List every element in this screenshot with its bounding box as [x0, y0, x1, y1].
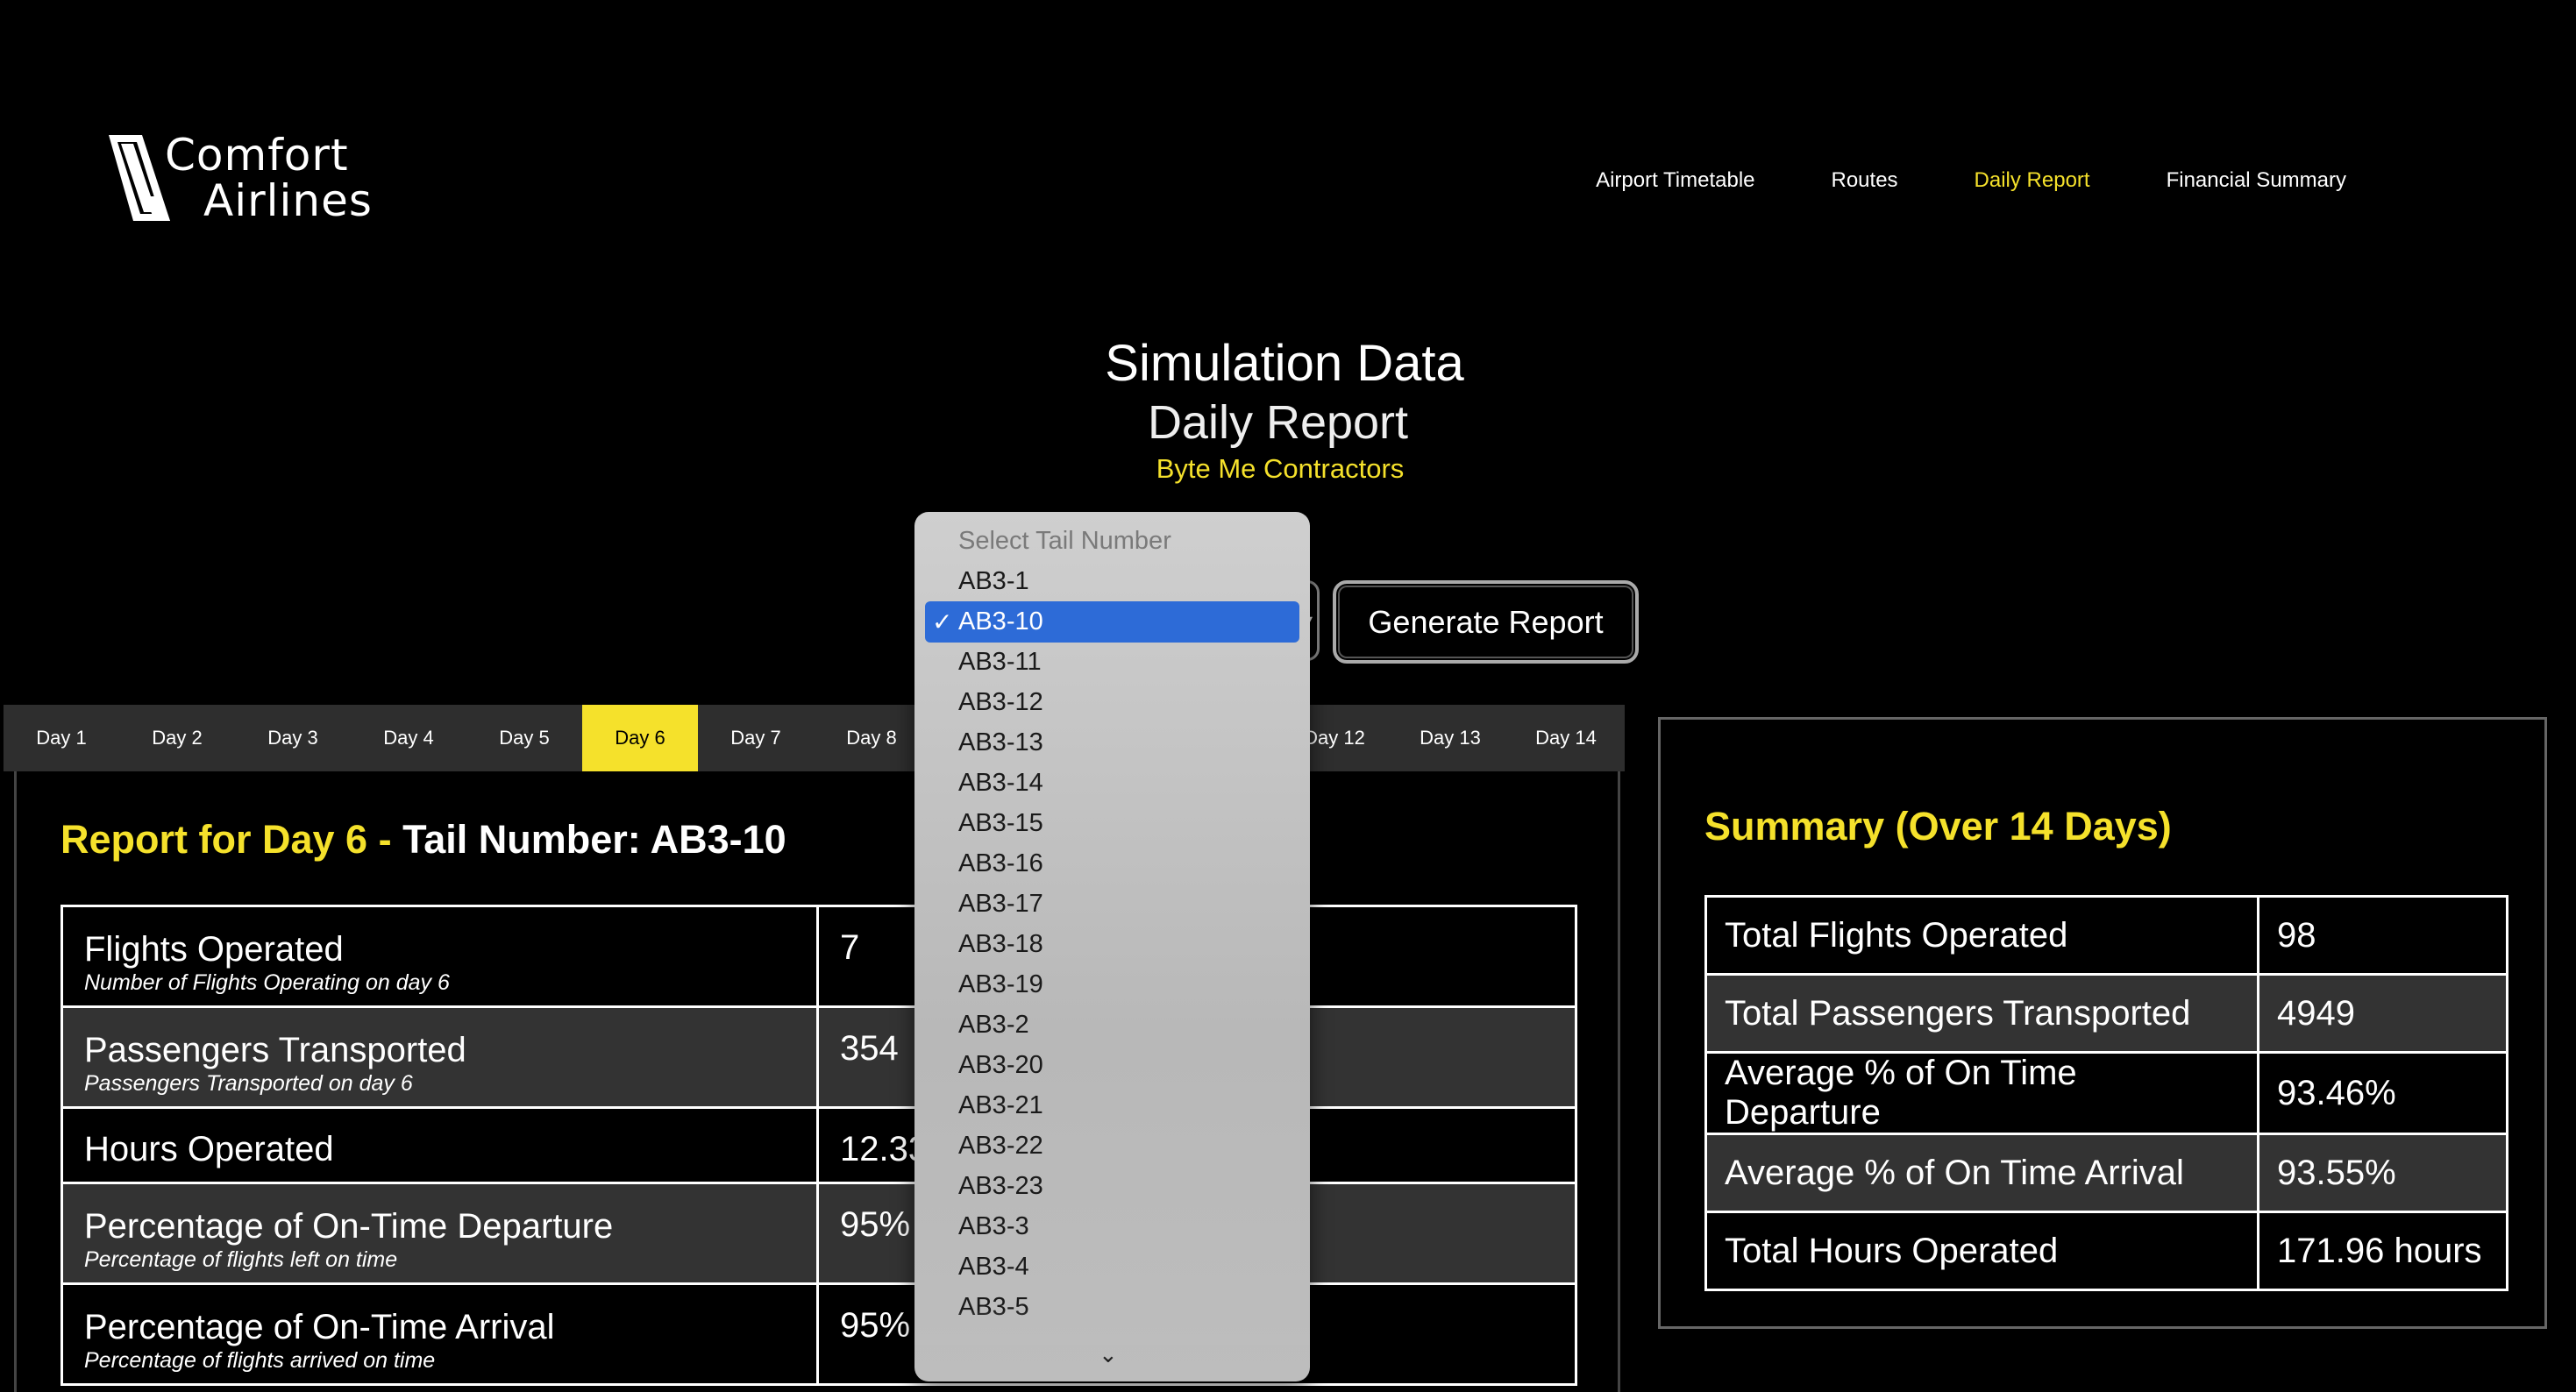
row-sublabel: Percentage of flights left on time — [84, 1247, 398, 1272]
report-title: Report for Day 6 - Tail Number: AB3-10 — [60, 817, 786, 863]
table-row: Average % of On Time Departure 93.46% — [1704, 1051, 2508, 1135]
table-row: Average % of On Time Arrival 93.55% — [1704, 1133, 2508, 1213]
day-tabs: Day 1 Day 2 Day 3 Day 4 Day 5 Day 6 Day 7 Day 8… — [4, 705, 1625, 771]
dropdown-option[interactable]: AB3-3 — [958, 1206, 1029, 1246]
summary-value: 93.55% — [2257, 1133, 2508, 1213]
row-sublabel: Number of Flights Operating on day 6 — [84, 970, 450, 995]
summary-label: Average % of On Time Arrival — [1704, 1133, 2259, 1213]
table-row: Percentage of On-Time Arrival Percentage… — [60, 1282, 1577, 1386]
row-label: Passengers Transported — [84, 1031, 466, 1069]
dropdown-option[interactable]: AB3-15 — [958, 803, 1043, 843]
summary-label: Total Passengers Transported — [1704, 973, 2259, 1054]
tab-day-3[interactable]: Day 3 — [235, 705, 351, 771]
daily-report-panel: Report for Day 6 - Tail Number: AB3-10 F… — [14, 771, 1620, 1392]
dropdown-option[interactable]: AB3-22 — [958, 1126, 1043, 1166]
dropdown-option[interactable]: AB3-10 — [958, 601, 1043, 642]
dropdown-option[interactable]: AB3-19 — [958, 964, 1043, 1005]
dropdown-option[interactable]: AB3-20 — [958, 1045, 1043, 1085]
dropdown-option[interactable]: AB3-12 — [958, 682, 1043, 722]
page-subtitle: Daily Report — [1147, 396, 1409, 449]
tab-day-5[interactable]: Day 5 — [466, 705, 582, 771]
dropdown-placeholder: Select Tail Number — [958, 527, 1171, 555]
main-nav: Airport Timetable Routes Daily Report Fi… — [1519, 168, 2346, 193]
tab-day-2[interactable]: Day 2 — [119, 705, 235, 771]
table-row: Hours Operated 12.33 — [60, 1106, 1577, 1184]
table-row: Flights Operated Number of Flights Opera… — [60, 905, 1577, 1008]
brand-logo[interactable]: Comfort Airlines — [107, 130, 373, 228]
tab-day-1[interactable]: Day 1 — [4, 705, 119, 771]
dropdown-option[interactable]: AB3-17 — [958, 884, 1043, 924]
nav-routes[interactable]: Routes — [1832, 168, 1898, 193]
brand-line2: Airlines — [203, 175, 373, 226]
summary-value: 4949 — [2257, 973, 2508, 1054]
table-row: Percentage of On-Time Departure Percenta… — [60, 1182, 1577, 1285]
summary-value: 98 — [2257, 895, 2508, 976]
tab-day-7[interactable]: Day 7 — [698, 705, 814, 771]
summary-value: 171.96 hours — [2257, 1211, 2508, 1291]
nav-financial-summary[interactable]: Financial Summary — [2167, 168, 2346, 193]
table-row: Passengers Transported Passengers Transp… — [60, 1005, 1577, 1109]
scroll-down-icon[interactable]: ⌄ — [1099, 1341, 1118, 1368]
summary-title: Summary (Over 14 Days) — [1704, 804, 2172, 849]
nav-daily-report[interactable]: Daily Report — [1975, 168, 2090, 193]
tab-day-6[interactable]: Day 6 — [582, 705, 698, 771]
table-row: Total Passengers Transported 4949 — [1704, 973, 2508, 1054]
dropdown-option[interactable]: AB3-2 — [958, 1005, 1029, 1045]
brand-line1: Comfort — [165, 130, 349, 181]
contractor-credit: Byte Me Contractors — [1156, 453, 1405, 484]
row-label: Hours Operated — [84, 1130, 334, 1168]
tab-day-4[interactable]: Day 4 — [351, 705, 466, 771]
dropdown-option[interactable]: AB3-18 — [958, 924, 1043, 964]
dropdown-option[interactable]: AB3-23 — [958, 1166, 1043, 1206]
tail-number-dropdown: ✓ Select Tail Number AB3-1 AB3-10 AB3-11 AB… — [914, 512, 1310, 1381]
page-title: Simulation Data — [1105, 335, 1464, 392]
tab-day-13[interactable]: Day 13 — [1392, 705, 1508, 771]
checkmark-icon: ✓ — [932, 608, 953, 636]
summary-label: Average % of On Time Departure — [1704, 1051, 2259, 1135]
dropdown-option[interactable]: AB3-11 — [958, 642, 1042, 682]
dropdown-option[interactable]: AB3-13 — [958, 722, 1043, 763]
generate-report-button[interactable]: Generate Report — [1333, 580, 1639, 664]
summary-label: Total Hours Operated — [1704, 1211, 2259, 1291]
table-row: Total Flights Operated 98 — [1704, 895, 2508, 976]
tab-day-14[interactable]: Day 14 — [1508, 705, 1624, 771]
summary-value: 93.46% — [2257, 1051, 2508, 1135]
nav-airport-timetable[interactable]: Airport Timetable — [1596, 168, 1754, 193]
row-label: Flights Operated — [84, 930, 344, 969]
summary-panel: Summary (Over 14 Days) Total Flights Ope… — [1658, 717, 2547, 1329]
report-title-day: Report for Day 6 - — [60, 817, 403, 862]
dropdown-option[interactable]: AB3-21 — [958, 1085, 1043, 1126]
summary-label: Total Flights Operated — [1704, 895, 2259, 976]
row-label: Percentage of On-Time Departure — [84, 1207, 614, 1246]
scroll-fade — [914, 1310, 1310, 1345]
dropdown-option[interactable]: AB3-16 — [958, 843, 1043, 884]
dropdown-option[interactable]: AB3-4 — [958, 1246, 1029, 1287]
dropdown-option[interactable]: AB3-1 — [958, 561, 1029, 601]
row-label: Percentage of On-Time Arrival — [84, 1308, 555, 1346]
report-title-tail: Tail Number: AB3-10 — [402, 817, 786, 862]
row-sublabel: Percentage of flights arrived on time — [84, 1348, 436, 1373]
dropdown-option[interactable]: AB3-14 — [958, 763, 1043, 803]
tab-day-8[interactable]: Day 8 — [814, 705, 929, 771]
summary-table: Total Flights Operated 98 Total Passenge… — [1704, 895, 2508, 1291]
daily-report-table: Flights Operated Number of Flights Opera… — [60, 905, 1577, 1386]
row-sublabel: Passengers Transported on day 6 — [84, 1071, 413, 1096]
table-row: Total Hours Operated 171.96 hours — [1704, 1211, 2508, 1291]
